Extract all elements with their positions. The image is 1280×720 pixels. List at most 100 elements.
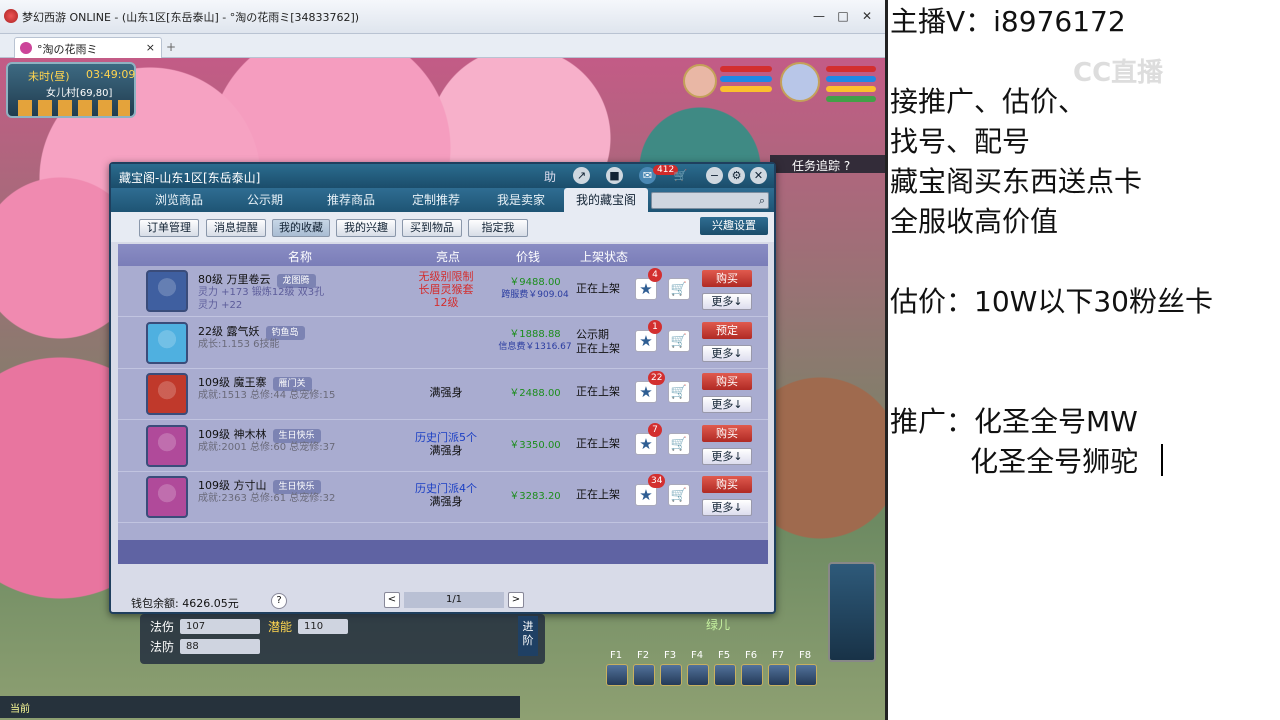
cart-header-icon[interactable]: 🛒 bbox=[672, 167, 689, 184]
buy-button[interactable]: 购买 bbox=[702, 373, 752, 390]
add-to-cart-icon[interactable]: 🛒 bbox=[668, 432, 690, 455]
table-row[interactable]: 80级 万里卷云 龙图腾 灵力 +173 锻炼12级 双3孔 灵力 +22 无级别限制长… bbox=[118, 266, 768, 317]
my-favorites-button[interactable]: 我的收藏 bbox=[272, 219, 330, 237]
interest-settings-button[interactable]: 兴趣设置 bbox=[700, 217, 768, 235]
favorite-count-badge: 22 bbox=[648, 371, 666, 385]
more-options-button[interactable]: 更多↓ bbox=[702, 293, 752, 310]
minimize-dialog-button[interactable]: − bbox=[706, 167, 723, 184]
buy-button[interactable]: 购买 bbox=[702, 476, 752, 493]
add-to-cart-icon[interactable]: 🛒 bbox=[668, 329, 690, 352]
status-line: 正在上架 bbox=[576, 385, 620, 398]
player-portrait[interactable] bbox=[780, 62, 820, 102]
quick-icons[interactable] bbox=[18, 100, 130, 116]
skill-slot[interactable] bbox=[714, 664, 736, 686]
status-line: 正在上架 bbox=[576, 436, 620, 450]
item-avatar[interactable] bbox=[146, 270, 188, 312]
reserve-button[interactable]: 预定 bbox=[702, 321, 752, 339]
chat-channel-current[interactable]: 当前 bbox=[10, 700, 30, 715]
more-options-button[interactable]: 更多↓ bbox=[702, 344, 752, 362]
purchased-items-button[interactable]: 买到物品 bbox=[402, 219, 462, 237]
settings-icon[interactable]: ⚙ bbox=[728, 167, 745, 184]
close-window-button[interactable]: ✕ bbox=[858, 8, 876, 24]
skill-slot[interactable] bbox=[660, 664, 682, 686]
column-listing-status: 上架状态 bbox=[580, 250, 629, 264]
maximize-button[interactable]: □ bbox=[834, 8, 852, 24]
tab-my-pavilion[interactable]: 我的藏宝阁 bbox=[564, 188, 648, 212]
skill-slot[interactable] bbox=[768, 664, 790, 686]
buy-button[interactable]: 购买 bbox=[702, 424, 752, 442]
cc-live-watermark: CC直播 bbox=[1073, 58, 1164, 88]
task-tracking-header[interactable]: 任务追踪 ? bbox=[770, 155, 885, 173]
promotion-line-1: 推广：化圣全号MW bbox=[890, 405, 1138, 438]
item-avatar[interactable] bbox=[146, 321, 188, 364]
time-location-panel: 未时(昼) 03:49:09 女儿村[69,80] bbox=[6, 62, 136, 118]
tab-public-period[interactable]: 公示期 bbox=[223, 188, 307, 212]
pet-portrait[interactable] bbox=[683, 64, 717, 98]
more-options-button[interactable]: 更多↓ bbox=[702, 396, 752, 413]
more-options-button[interactable]: 更多↓ bbox=[702, 447, 752, 465]
new-tab-button[interactable]: + bbox=[166, 40, 176, 54]
item-detail: 灵力 +173 锻炼12级 双3孔 灵力 +22 bbox=[198, 286, 324, 312]
help-question-icon[interactable]: ? bbox=[271, 593, 287, 609]
message-reminder-button[interactable]: 消息提醒 bbox=[206, 219, 266, 237]
tab-browse[interactable]: 浏览商品 bbox=[137, 188, 221, 212]
minimize-button[interactable]: — bbox=[810, 8, 828, 24]
character-shortcut-panel[interactable] bbox=[828, 562, 876, 662]
table-row[interactable]: 109级 魔王寨 雁门关 成就:1513 总修:44 总宠修:15 满强身 ￥2488.… bbox=[118, 369, 768, 420]
favorite-count-badge: 1 bbox=[648, 319, 662, 334]
chat-bar[interactable]: 当前 bbox=[0, 696, 520, 718]
favorite-count-badge: 4 bbox=[648, 268, 662, 282]
dialog-header: 藏宝阁-山东1区[东岳泰山] 助 ↗ ■ ✉ 412 🛒 − ⚙ ✕ bbox=[111, 164, 774, 188]
page-indicator: 1/1 bbox=[404, 592, 504, 608]
highlight-line: 长眉灵猴套 bbox=[418, 283, 474, 296]
skill-slot[interactable] bbox=[687, 664, 709, 686]
hotkey-label: F3 bbox=[664, 650, 677, 661]
table-row[interactable]: 109级 神木林 生日快乐 成就:2001 总修:60 总宠修:37 历史门派5个 满强… bbox=[118, 421, 768, 472]
price-value: ￥1888.88 bbox=[509, 328, 561, 340]
skill-slot[interactable] bbox=[606, 664, 628, 686]
record-icon[interactable]: ■ bbox=[606, 167, 623, 184]
item-price: ￥2488.00 bbox=[490, 387, 580, 400]
wallet-balance: 钱包余额: 4626.05元 bbox=[131, 595, 239, 611]
listing-status: 公示期 正在上架 bbox=[576, 328, 636, 356]
skill-slot[interactable] bbox=[741, 664, 763, 686]
close-dialog-button[interactable]: ✕ bbox=[750, 167, 767, 184]
location-label: 女儿村[69,80] bbox=[46, 88, 113, 99]
tab-recommended[interactable]: 推荐商品 bbox=[309, 188, 393, 212]
order-management-button[interactable]: 订单管理 bbox=[139, 219, 199, 237]
share-icon[interactable]: ↗ bbox=[573, 167, 590, 184]
item-avatar[interactable] bbox=[146, 373, 188, 415]
favorite-count-badge: 7 bbox=[648, 422, 662, 437]
item-detail: 成长:1.153 6技能 bbox=[198, 338, 280, 351]
tab-close-icon[interactable]: × bbox=[146, 41, 155, 54]
search-icon[interactable]: ⌕ bbox=[759, 194, 765, 208]
next-page-button[interactable]: > bbox=[508, 592, 524, 608]
more-options-button[interactable]: 更多↓ bbox=[702, 499, 752, 516]
prev-page-button[interactable]: < bbox=[384, 592, 400, 608]
listing-status: 正在上架 bbox=[576, 437, 636, 451]
add-to-cart-icon[interactable]: 🛒 bbox=[668, 484, 690, 506]
tab-game[interactable]: °淘の花雨ミ × bbox=[14, 37, 162, 58]
assigned-to-me-button[interactable]: 指定我 bbox=[468, 219, 528, 237]
add-to-cart-icon[interactable]: 🛒 bbox=[668, 381, 690, 403]
skill-slot[interactable] bbox=[633, 664, 655, 686]
item-avatar[interactable] bbox=[146, 476, 188, 518]
item-avatar[interactable] bbox=[146, 424, 188, 467]
skill-slot[interactable] bbox=[795, 664, 817, 686]
table-row[interactable]: 22级 露气妖 钓鱼岛 成长:1.153 6技能 ￥1888.88 信息费￥1316.6… bbox=[118, 318, 768, 369]
item-detail-line: 成就:1513 总修:44 总宠修:15 bbox=[198, 390, 336, 401]
buy-button[interactable]: 购买 bbox=[702, 270, 752, 287]
treasure-pavilion-dialog: 藏宝阁-山东1区[东岳泰山] 助 ↗ ■ ✉ 412 🛒 − ⚙ ✕ 浏览商品 … bbox=[109, 162, 776, 614]
help-button[interactable]: 助 bbox=[544, 168, 556, 185]
tab-custom-recommend[interactable]: 定制推荐 bbox=[394, 188, 478, 212]
pet-hp-bar bbox=[720, 66, 772, 72]
tab-avatar-icon bbox=[20, 42, 32, 54]
search-input[interactable]: ⌕ bbox=[651, 192, 769, 209]
table-row[interactable]: 109级 方寸山 生日快乐 成就:2363 总修:61 总宠修:32 历史门派4个 满强… bbox=[118, 472, 768, 523]
advance-button[interactable]: 进阶 bbox=[518, 616, 538, 656]
sub-toolbar: 订单管理 消息提醒 我的收藏 我的兴趣 买到物品 指定我 兴趣设置 bbox=[111, 212, 774, 242]
my-interests-button[interactable]: 我的兴趣 bbox=[336, 219, 396, 237]
add-to-cart-icon[interactable]: 🛒 bbox=[668, 278, 690, 300]
browser-tabbar: °淘の花雨ミ × + bbox=[0, 34, 885, 58]
tab-seller[interactable]: 我是卖家 bbox=[479, 188, 563, 212]
